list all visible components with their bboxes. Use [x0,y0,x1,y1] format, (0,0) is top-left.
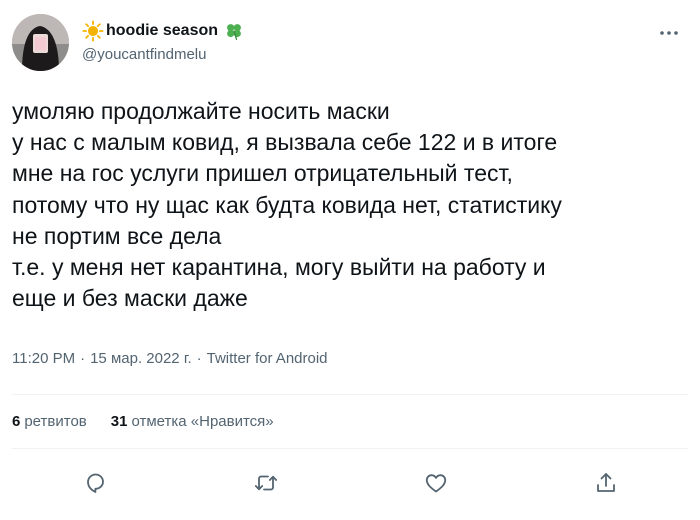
reply-button[interactable] [82,470,108,496]
tweet-date[interactable]: 15 мар. 2022 г. [90,350,192,367]
avatar-image [12,14,69,71]
tweet-card: hoodie season @youcantfindmelu умоляю пр… [0,0,700,520]
tweet-text-line: у нас с малым ковид, я вызвала себе 122 … [12,129,558,156]
more-dots-icon [660,31,678,35]
tweet-text-line: умоляю продолжайте носить маски [12,98,390,124]
display-name-row[interactable]: hoodie season [82,20,244,42]
retweet-button[interactable] [253,470,279,496]
user-handle[interactable]: @youcantfindmelu [82,46,206,63]
meta-separator: · [80,350,86,367]
reply-icon [87,473,104,493]
likes-stat[interactable]: 31 отметка «Нравится» [111,413,274,430]
like-button[interactable] [423,470,449,496]
retweets-count: 6 [12,413,21,430]
tweet-stats: 6 ретвитов 31 отметка «Нравится» [12,413,298,430]
like-icon [425,474,447,493]
divider [12,448,688,449]
share-icon [597,473,615,492]
display-name: hoodie season [106,22,219,39]
avatar[interactable] [12,14,69,71]
tweet-meta: 11:20 PM · 15 мар. 2022 г. · Twitter for And… [12,350,328,367]
more-options-button[interactable] [656,26,682,40]
tweet-source[interactable]: Twitter for Android [207,350,328,367]
tweet-text-line: не портим все дела [12,222,222,249]
sun-icon [82,20,104,42]
tweet-text-line: т.е. у меня нет карантина, могу выйти на… [12,254,546,281]
retweets-label: ретвитов [24,413,87,430]
four-leaf-clover-icon [227,24,241,40]
divider [12,394,688,395]
tweet-text: умоляю продолжайте носить маски у нас с … [12,96,682,314]
share-button[interactable] [593,470,619,496]
likes-count: 31 [110,413,128,430]
tweet-time[interactable]: 11:20 PM [12,350,75,367]
tweet-text-line: потому что ну щас как будта ковида нет, … [12,191,562,218]
meta-separator: · [196,350,202,367]
retweet-icon [254,475,278,491]
tweet-text-line: мне на гос услуги пришел отрицательный т… [12,160,513,187]
likes-label: отметка «Нравится» [131,413,274,430]
tweet-text-line: еще и без маски даже [12,285,248,312]
retweets-stat[interactable]: 6 ретвитов [12,413,87,430]
